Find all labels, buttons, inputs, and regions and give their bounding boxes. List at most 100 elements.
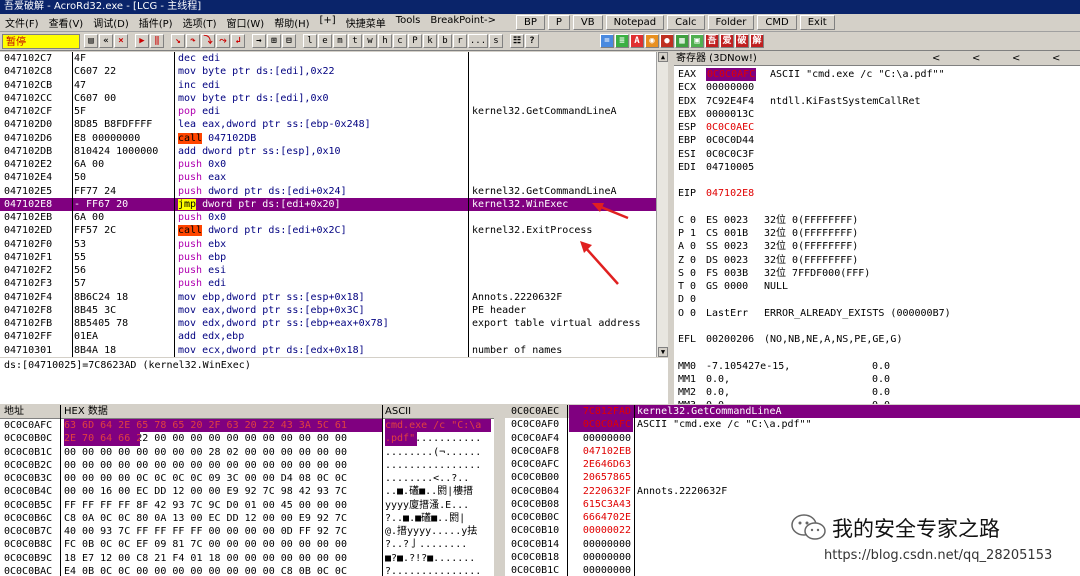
view-window-button[interactable]: t	[348, 34, 362, 48]
disasm-row[interactable]: 047102F8 8B45 3C mov eax,dword ptr ss:[ebp…	[0, 304, 668, 317]
prev-arrow-icon[interactable]: <	[932, 52, 940, 66]
menu-item[interactable]: 调试(D)	[88, 15, 134, 30]
prev-arrow-4-icon[interactable]: <	[1052, 52, 1060, 66]
register-row[interactable]: S 0 FS 003B 32位 7FFDF000(FFF)	[674, 267, 1080, 280]
menu-button[interactable]: VB	[572, 15, 603, 30]
disasm-row[interactable]: 047102D0 8D85 B8FDFFFF lea eax,dword ptr s…	[0, 118, 668, 131]
stack-top-row[interactable]: 0C0C0AEC 7C812FAD kernel32.GetCommandLin…	[505, 405, 1080, 419]
disasm-row[interactable]: 047102FB 8B5405 78 mov edx,dword ptr ss:[e…	[0, 317, 668, 330]
menu-button[interactable]: Folder	[707, 15, 755, 30]
register-row[interactable]: ECX 00000000	[674, 81, 1080, 94]
stack-row[interactable]: 0C0C0B00 20657865	[505, 471, 1080, 484]
disasm-row[interactable]: 047102ED FF57 2C call dword ptr ds:[edi+0x…	[0, 224, 668, 237]
view-icon[interactable]: ⊟	[282, 34, 296, 48]
register-row[interactable]: O 0 LastErr ERROR_ALREADY_EXISTS (000000B7…	[674, 307, 1080, 320]
close-icon[interactable]: ×	[114, 34, 128, 48]
register-row[interactable]: ESI 0C0C0C3F	[674, 148, 1080, 161]
plugin-10-icon[interactable]: 破	[735, 34, 749, 48]
plugin-3-icon[interactable]: A	[630, 34, 644, 48]
register-row[interactable]: EDX 7C92E4F4 ntdll.KiFastSystemCallRet	[674, 95, 1080, 108]
disassembly-pane[interactable]: 047102C7 4F dec edi 047102C8 C607 22 mov byte…	[0, 52, 668, 357]
plugin-4-icon[interactable]: ◉	[645, 34, 659, 48]
stack-row[interactable]: 0C0C0B1C 00000000	[505, 564, 1080, 576]
register-row[interactable]: MM30.0, 0.0	[674, 399, 1080, 404]
plugin-9-icon[interactable]: 爱	[720, 34, 734, 48]
disasm-row[interactable]: 047102CF 5F pop edi kernel32.GetCommandLine…	[0, 105, 668, 118]
menu-button[interactable]: CMD	[757, 15, 797, 30]
disasm-row[interactable]: 047102F2 56 push esi	[0, 264, 668, 277]
plugin-5-icon[interactable]: ●	[660, 34, 674, 48]
menu-item[interactable]: 文件(F)	[0, 15, 44, 30]
plugin-8-icon[interactable]: 吾	[705, 34, 719, 48]
dump-row[interactable]: 0C0C0B3C 00 00 00 00 0C 0C 0C 0C 09 3C 00…	[0, 472, 494, 485]
stack-row[interactable]: 0C0C0AF8 047102EB	[505, 445, 1080, 458]
dump-col-ascii[interactable]: ASCII	[385, 405, 411, 419]
register-row[interactable]: Z 0 DS 0023 32位 0(FFFFFFFF)	[674, 254, 1080, 267]
view-window-button[interactable]: k	[423, 34, 437, 48]
dump-row[interactable]: 0C0C0BAC E4 0B 0C 0C 00 00 00 00 00 00 00…	[0, 565, 494, 576]
stack-row[interactable]: 0C0C0B18 00000000	[505, 551, 1080, 564]
register-row[interactable]: EBX 0000013C	[674, 108, 1080, 121]
view-window-button[interactable]: c	[393, 34, 407, 48]
view-window-button[interactable]: b	[438, 34, 452, 48]
plugin-2-icon[interactable]: ≡	[615, 34, 629, 48]
view-window-button[interactable]: l	[303, 34, 317, 48]
register-row[interactable]: A 0 SS 0023 32位 0(FFFFFFFF)	[674, 240, 1080, 253]
menu-item[interactable]: 帮助(H)	[269, 15, 314, 30]
menu-item[interactable]: [+]	[315, 15, 341, 30]
register-row[interactable]: T 0 GS 0000 NULL	[674, 280, 1080, 293]
register-row[interactable]: EBP 0C0C0D44	[674, 134, 1080, 147]
menu-button[interactable]: Exit	[799, 15, 835, 30]
disasm-row[interactable]: 047102FF 01EA add edx,ebp	[0, 330, 668, 343]
restart-icon[interactable]: «	[99, 34, 113, 48]
menu-item[interactable]: 选项(T)	[178, 15, 222, 30]
stack-row[interactable]: 0C0C0B04 2220632F Annots.2220632F	[505, 485, 1080, 498]
dump-col-hex[interactable]: HEX 数据	[64, 405, 108, 419]
stack-pane[interactable]: 0C0C0AEC 7C812FAD kernel32.GetCommandLin…	[505, 405, 1080, 576]
dump-row[interactable]: 0C0C0B2C 00 00 00 00 00 00 00 00 00 00 00…	[0, 459, 494, 472]
plugin-1-icon[interactable]: =	[600, 34, 614, 48]
open-icon[interactable]: ▤	[84, 34, 98, 48]
plugin-7-icon[interactable]: ▣	[690, 34, 704, 48]
stack-row[interactable]: 0C0C0AFC 2E646D63	[505, 458, 1080, 471]
view-window-button[interactable]: w	[363, 34, 377, 48]
disasm-row[interactable]: 047102F1 55 push ebp	[0, 251, 668, 264]
stack-row[interactable]: 0C0C0B08 615C3A43	[505, 498, 1080, 511]
view-window-button[interactable]: ...	[468, 34, 488, 48]
menu-item[interactable]: 窗口(W)	[222, 15, 270, 30]
view-window-button[interactable]: r	[453, 34, 467, 48]
dump-pane[interactable]: 地址 HEX 数据 ASCII 0C0C0AFC 63 6D 64 2E 65 7…	[0, 405, 494, 576]
disasm-row[interactable]: 047102CC C607 00 mov byte ptr ds:[edi],0x0	[0, 92, 668, 105]
stack-row[interactable]: 0C0C0B0C 6664702E	[505, 511, 1080, 524]
dump-row[interactable]: 0C0C0B5C FF FF FF FF 8F 42 93 7C 9C D0 01…	[0, 499, 494, 512]
dump-row[interactable]: 0C0C0B9C 18 E7 12 00 C8 21 F4 01 18 00 00…	[0, 552, 494, 565]
dump-row[interactable]: 0C0C0B6C C8 0A 0C 0C 80 0A 13 00 EC DD 12…	[0, 512, 494, 525]
stack-row[interactable]: 0C0C0B10 00000022	[505, 524, 1080, 537]
register-row[interactable]: MM1 0.0, 0.0	[674, 373, 1080, 386]
plugin-6-icon[interactable]: ▦	[675, 34, 689, 48]
disasm-row[interactable]: 04710301 8B4A 18 mov ecx,dword ptr ds:[edx…	[0, 344, 668, 357]
dump-row[interactable]: 0C0C0B7C 40 00 93 7C FF FF FF FF 00 00 00…	[0, 525, 494, 538]
disasm-row[interactable]: 047102E4 50 push eax	[0, 171, 668, 184]
step-over-icon[interactable]: ↷	[186, 34, 200, 48]
register-row[interactable]	[674, 320, 1080, 333]
dump-row[interactable]: 0C0C0B0C 2E 70 64 66 22 00 00 00 00 00 00…	[0, 432, 494, 446]
view-window-button[interactable]: P	[408, 34, 422, 48]
menu-button[interactable]: P	[547, 15, 570, 30]
register-row[interactable]: D 0	[674, 293, 1080, 306]
dump-row[interactable]: 0C0C0B4C 00 00 16 00 EC DD 12 00 00 E9 92…	[0, 485, 494, 498]
disassembly-scrollbar[interactable]: ▲ ▼	[656, 52, 668, 357]
menu-item[interactable]: 插件(P)	[134, 15, 178, 30]
register-row[interactable]	[674, 174, 1080, 187]
prev-arrow-3-icon[interactable]: <	[1012, 52, 1020, 66]
disasm-row[interactable]: 047102E5 FF77 24 push dword ptr ds:[edi+0x…	[0, 185, 668, 198]
disasm-row[interactable]: 047102C7 4F dec edi	[0, 52, 668, 65]
register-row[interactable]: P 1 CS 001B 32位 0(FFFFFFFF)	[674, 227, 1080, 240]
view-window-button[interactable]: m	[333, 34, 347, 48]
register-row[interactable]: C 0 ES 0023 32位 0(FFFFFFFF)	[674, 214, 1080, 227]
registers-pane[interactable]: 寄存器 (3DNow!) < < < < EAX 0C0C0AFC ASCII "c…	[674, 52, 1080, 404]
scroll-up-icon[interactable]: ▲	[658, 52, 668, 62]
register-row[interactable]: EAX 0C0C0AFC ASCII "cmd.exe /c "C:\a.pdf""	[674, 68, 1080, 82]
register-row[interactable]: ESP 0C0C0AEC	[674, 121, 1080, 134]
menu-item[interactable]: Tools	[391, 15, 426, 30]
